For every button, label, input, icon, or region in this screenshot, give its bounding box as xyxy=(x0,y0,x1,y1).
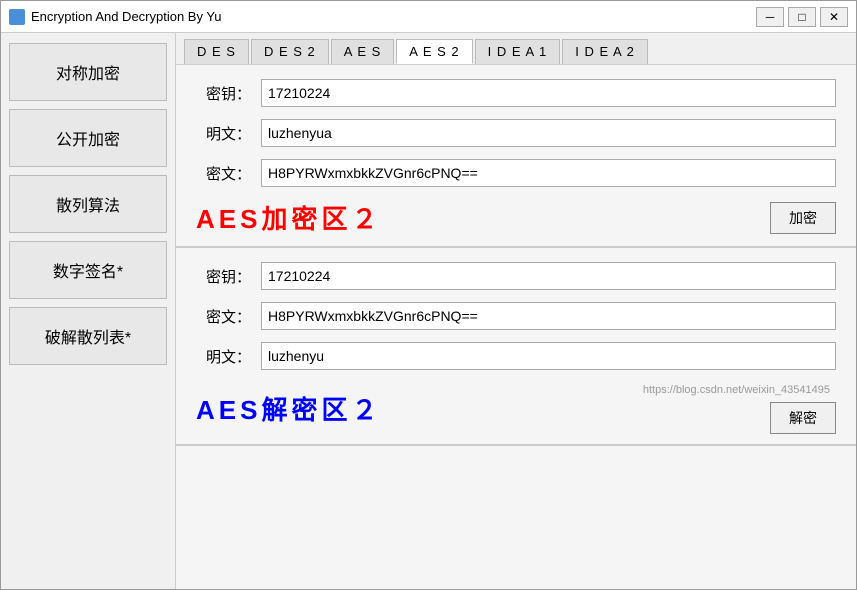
main-content: 对称加密 公开加密 散列算法 数字签名* 破解散列表* D E S xyxy=(1,33,856,589)
encrypt-plaintext-input[interactable] xyxy=(261,119,836,147)
encrypt-button[interactable]: 加密 xyxy=(770,202,836,234)
tab-aes2[interactable]: A E S 2 xyxy=(396,39,472,64)
encrypt-ciphertext-input[interactable] xyxy=(261,159,836,187)
decrypt-plaintext-input[interactable] xyxy=(261,342,836,370)
decrypt-section: 密钥： 密文： 明文： AES解密区２ https://blog xyxy=(176,248,856,446)
decrypt-ciphertext-input[interactable] xyxy=(261,302,836,330)
encrypt-key-input[interactable] xyxy=(261,79,836,107)
encrypt-plaintext-row: 明文： xyxy=(196,119,836,147)
encrypt-plaintext-label: 明文： xyxy=(196,123,251,144)
window-title: Encryption And Decryption By Yu xyxy=(31,9,222,24)
title-bar: Encryption And Decryption By Yu ─ □ ✕ xyxy=(1,1,856,33)
tab-aes[interactable]: A E S xyxy=(331,39,395,64)
main-window: Encryption And Decryption By Yu ─ □ ✕ 对称… xyxy=(0,0,857,590)
encrypt-key-row: 密钥： xyxy=(196,79,836,107)
decrypt-plaintext-row: 明文： xyxy=(196,342,836,370)
sidebar: 对称加密 公开加密 散列算法 数字签名* 破解散列表* xyxy=(1,33,176,589)
sidebar-item-crack[interactable]: 破解散列表* xyxy=(9,307,167,365)
decrypt-ciphertext-label: 密文： xyxy=(196,306,251,327)
decrypt-key-label: 密钥： xyxy=(196,266,251,287)
watermark-text: https://blog.csdn.net/weixin_43541495 xyxy=(637,382,836,398)
decrypt-ciphertext-row: 密文： xyxy=(196,302,836,330)
tab-idea1[interactable]: I D E A 1 xyxy=(475,39,561,64)
decrypt-plaintext-label: 明文： xyxy=(196,346,251,367)
encrypt-ciphertext-row: 密文： xyxy=(196,159,836,187)
encrypt-footer: AES加密区２ 加密 xyxy=(196,199,836,236)
close-button[interactable]: ✕ xyxy=(820,7,848,27)
decrypt-key-input[interactable] xyxy=(261,262,836,290)
sidebar-item-symmetric[interactable]: 对称加密 xyxy=(9,43,167,101)
panels-area: 密钥： 明文： 密文： AES加密区２ 加密 xyxy=(176,65,856,589)
title-bar-left: Encryption And Decryption By Yu xyxy=(9,9,222,25)
encrypt-section-title: AES加密区２ xyxy=(196,199,381,236)
encrypt-section: 密钥： 明文： 密文： AES加密区２ 加密 xyxy=(176,65,856,248)
tab-des2[interactable]: D E S 2 xyxy=(251,39,329,64)
tab-bar: D E S D E S 2 A E S A E S 2 I D E A 1 I … xyxy=(176,33,856,65)
maximize-button[interactable]: □ xyxy=(788,7,816,27)
app-icon xyxy=(9,9,25,25)
decrypt-button[interactable]: 解密 xyxy=(770,402,836,434)
decrypt-key-row: 密钥： xyxy=(196,262,836,290)
sidebar-item-hash[interactable]: 散列算法 xyxy=(9,175,167,233)
right-panel: D E S D E S 2 A E S A E S 2 I D E A 1 I … xyxy=(176,33,856,589)
title-bar-controls: ─ □ ✕ xyxy=(756,7,848,27)
encrypt-key-label: 密钥： xyxy=(196,83,251,104)
sidebar-item-signature[interactable]: 数字签名* xyxy=(9,241,167,299)
encrypt-ciphertext-label: 密文： xyxy=(196,163,251,184)
tab-des[interactable]: D E S xyxy=(184,39,249,64)
sidebar-item-public[interactable]: 公开加密 xyxy=(9,109,167,167)
tab-idea2[interactable]: I D E A 2 xyxy=(562,39,648,64)
decrypt-footer: AES解密区２ https://blog.csdn.net/weixin_435… xyxy=(196,382,836,434)
decrypt-section-title: AES解密区２ xyxy=(196,390,381,427)
minimize-button[interactable]: ─ xyxy=(756,7,784,27)
